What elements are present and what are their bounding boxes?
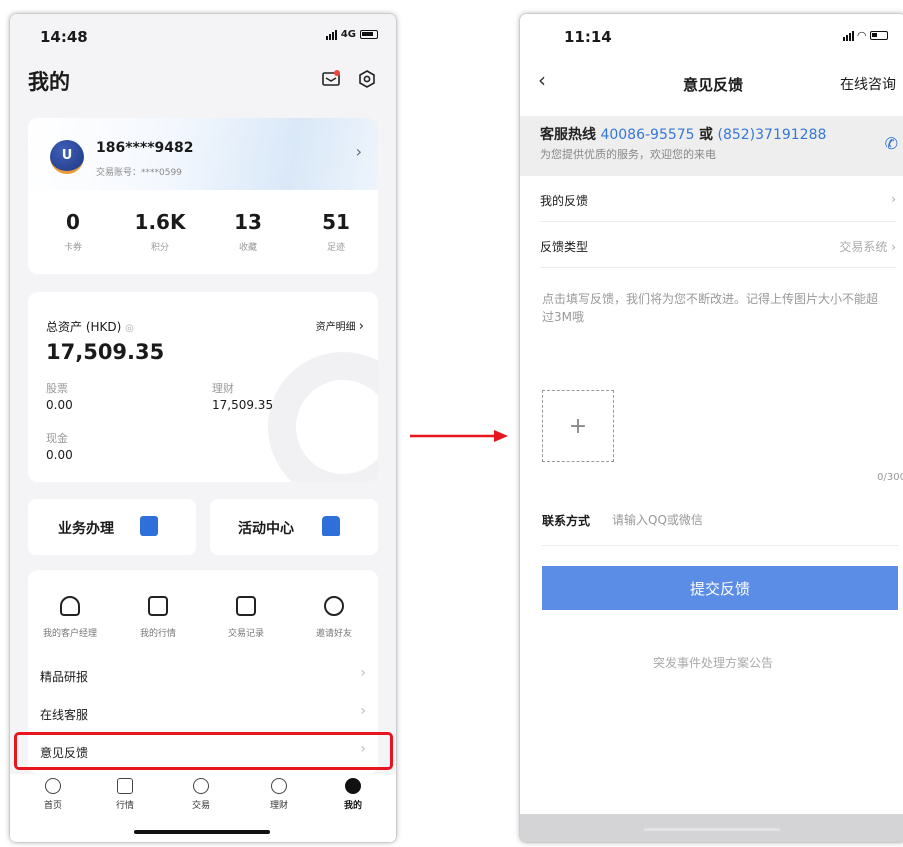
chevron-right-icon: ›	[891, 192, 896, 206]
total-assets-value: 17,509.35	[46, 340, 165, 364]
battery-icon	[360, 30, 378, 39]
stocks-label: 股票	[46, 382, 68, 395]
bottom-tab-bar: 首页 行情 交易 理财 我的	[10, 774, 396, 842]
document-icon	[140, 516, 158, 536]
shortcut-my-quotes[interactable]: 我的行情	[118, 596, 198, 639]
business-handling-button[interactable]: 业务办理	[28, 499, 196, 555]
assets-card: 总资产 (HKD) ◎ 资产明细 › 17,509.35 股票 0.00 理财 …	[28, 292, 378, 482]
logo-watermark	[268, 352, 378, 482]
arrow-right-icon	[410, 430, 508, 442]
home-icon	[45, 778, 61, 794]
menu-online-service[interactable]: 在线客服 ›	[40, 696, 366, 730]
wealth-icon	[271, 778, 287, 794]
left-phone-screen: 14:48 4G 我的 U 186****9482 交易账号：****0599 …	[10, 14, 396, 842]
battery-icon	[870, 31, 888, 40]
invite-icon	[324, 596, 344, 616]
stat-favorites[interactable]: 13 收藏	[208, 210, 288, 253]
menu-research-reports[interactable]: 精品研报 ›	[40, 658, 366, 692]
submit-feedback-button[interactable]: 提交反馈	[542, 566, 898, 610]
profile-card[interactable]: U 186****9482 交易账号：****0599 › 0 卡券 1.6K …	[28, 118, 378, 274]
mine-icon	[345, 778, 361, 794]
avatar[interactable]: U	[50, 140, 84, 174]
tab-quotes[interactable]: 行情	[100, 778, 150, 811]
message-icon[interactable]	[322, 70, 340, 88]
status-time: 11:14	[564, 28, 612, 46]
feedback-highlight-box	[14, 732, 393, 770]
chart-icon	[148, 596, 168, 616]
signal-icon	[325, 29, 337, 40]
right-phone-screen: 11:14 ◠ ‹ 意见反馈 在线咨询 客服热线 40086-95575 或 (…	[520, 14, 903, 842]
shortcut-invite-friends[interactable]: 邀请好友	[294, 596, 374, 639]
stat-points[interactable]: 1.6K 积分	[120, 210, 200, 253]
signal-icon	[842, 30, 854, 41]
feedback-textarea[interactable]: 点击填写反馈，我们将为您不断改进。记得上传图片大小不能超过3M哦	[542, 290, 882, 326]
user-phone: 186****9482	[96, 140, 194, 156]
network-type: 4G	[340, 29, 356, 40]
hotline-banner: 客服热线 40086-95575 或 (852)37191288 为您提供优质的…	[520, 116, 903, 176]
shortcut-account-manager[interactable]: 我的客户经理	[30, 596, 110, 639]
plus-icon: +	[568, 413, 588, 439]
char-counter: 0/300	[877, 472, 903, 483]
status-bar: 14:48 4G	[10, 14, 396, 54]
quotes-icon	[117, 778, 133, 794]
chevron-right-icon: ›	[360, 665, 366, 681]
person-icon	[60, 596, 80, 616]
total-assets-label: 总资产 (HKD) ◎	[46, 320, 134, 334]
shortcut-trade-records[interactable]: 交易记录	[206, 596, 286, 639]
eye-icon[interactable]: ◎	[125, 323, 134, 334]
tab-wealth[interactable]: 理财	[254, 778, 304, 811]
stat-coupons[interactable]: 0 卡券	[33, 210, 113, 253]
chevron-right-icon: ›	[360, 703, 366, 719]
chevron-right-icon: ›	[355, 142, 362, 161]
contact-input[interactable]	[612, 508, 882, 532]
trade-account: 交易账号：****0599	[96, 168, 182, 178]
status-icons: ◠	[842, 29, 888, 42]
hotline-line: 客服热线 40086-95575 或 (852)37191288	[540, 127, 827, 143]
home-indicator	[134, 830, 270, 834]
hotline-number-1[interactable]: 40086-95575	[600, 127, 694, 143]
wealth-label: 理财	[212, 382, 234, 395]
upload-image-button[interactable]: +	[542, 390, 614, 462]
hotline-number-2[interactable]: (852)37191288	[717, 127, 826, 143]
home-indicator	[644, 828, 780, 831]
trade-icon	[193, 778, 209, 794]
chevron-right-icon: ›	[358, 319, 364, 334]
online-consult-link[interactable]: 在线咨询	[840, 74, 896, 94]
cash-label: 现金	[46, 432, 68, 445]
status-time: 14:48	[40, 28, 88, 46]
emergency-notice-link[interactable]: 突发事件处理方案公告	[520, 654, 903, 671]
stocks-value: 0.00	[46, 398, 73, 412]
hotline-subtitle: 为您提供优质的服务，欢迎您的来电	[540, 148, 716, 161]
gift-icon	[322, 516, 340, 536]
nav-bar: ‹ 意见反馈 在线咨询	[520, 62, 903, 102]
status-icons: 4G	[325, 29, 378, 40]
status-bar: 11:14 ◠	[520, 14, 903, 54]
asset-detail-link[interactable]: 资产明细 ›	[316, 318, 364, 334]
page-title: 我的	[28, 70, 70, 94]
tab-mine[interactable]: 我的	[328, 778, 378, 811]
phone-icon[interactable]: ✆	[885, 134, 898, 153]
tab-trade[interactable]: 交易	[176, 778, 226, 811]
feedback-type-value: 交易系统 ›	[839, 240, 896, 254]
bottom-bar	[520, 814, 903, 842]
my-feedback-row[interactable]: 我的反馈 ›	[540, 176, 896, 222]
feedback-type-row[interactable]: 反馈类型 交易系统 ›	[540, 222, 896, 268]
activity-center-button[interactable]: 活动中心	[210, 499, 378, 555]
wealth-value: 17,509.35	[212, 398, 274, 412]
contact-row: 联系方式	[542, 500, 898, 546]
wifi-icon: ◠	[857, 29, 866, 42]
record-icon	[236, 596, 256, 616]
tab-home[interactable]: 首页	[28, 778, 78, 811]
cash-value: 0.00	[46, 448, 73, 462]
stat-footprints[interactable]: 51 足迹	[296, 210, 376, 253]
settings-icon[interactable]	[358, 70, 376, 88]
